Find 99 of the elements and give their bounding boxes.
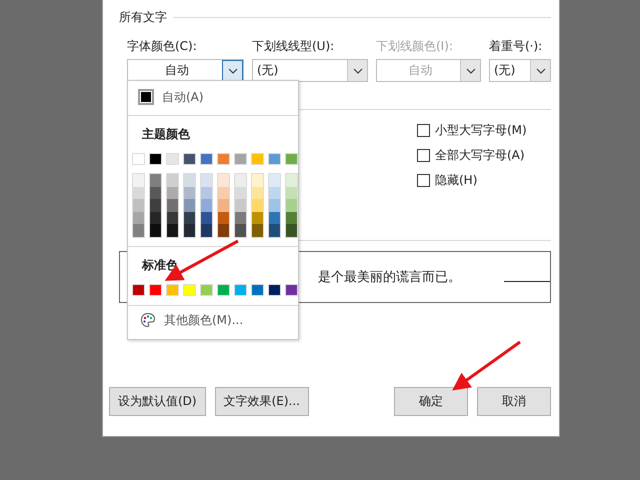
- color-swatch[interactable]: [251, 153, 264, 165]
- color-swatch[interactable]: [286, 186, 297, 200]
- color-swatch[interactable]: [269, 199, 280, 212]
- color-swatch[interactable]: [166, 284, 179, 296]
- field-label: 下划线颜色(I):: [376, 38, 454, 55]
- color-swatch[interactable]: [252, 186, 263, 200]
- color-swatch[interactable]: [269, 186, 280, 200]
- checkbox[interactable]: [417, 174, 430, 187]
- color-swatch[interactable]: [286, 199, 297, 212]
- color-swatch[interactable]: [184, 224, 195, 237]
- color-swatch[interactable]: [184, 186, 195, 200]
- color-swatch[interactable]: [201, 174, 212, 187]
- field-label: 着重号(·):: [489, 38, 544, 55]
- color-swatch[interactable]: [200, 284, 213, 296]
- menu-item[interactable]: 自动(A): [128, 81, 298, 109]
- color-swatch[interactable]: [252, 174, 263, 187]
- color-swatch[interactable]: [167, 224, 178, 237]
- checkbox-label: 小型大写字母(M): [435, 122, 527, 139]
- color-swatch[interactable]: [218, 174, 229, 187]
- color-swatch[interactable]: [132, 153, 145, 165]
- color-swatch[interactable]: [149, 153, 162, 165]
- color-swatch[interactable]: [167, 186, 178, 200]
- color-swatch[interactable]: [218, 224, 229, 237]
- color-swatch[interactable]: [234, 284, 247, 296]
- color-swatch[interactable]: [133, 186, 144, 200]
- color-swatch: [138, 89, 154, 105]
- color-swatch[interactable]: [269, 174, 280, 187]
- color-swatch[interactable]: [201, 224, 212, 237]
- dialog-button[interactable]: 取消: [477, 387, 551, 416]
- color-swatch[interactable]: [252, 199, 263, 212]
- checkbox-label: 全部大写字母(A): [435, 147, 525, 164]
- color-swatch[interactable]: [286, 224, 297, 237]
- color-swatch[interactable]: [132, 284, 145, 296]
- color-swatch[interactable]: [200, 153, 213, 165]
- color-swatch[interactable]: [183, 284, 196, 296]
- color-swatch[interactable]: [217, 153, 230, 165]
- color-swatch[interactable]: [201, 186, 212, 200]
- color-swatch[interactable]: [167, 212, 178, 224]
- color-swatch[interactable]: [268, 153, 281, 165]
- chevron-down-icon: [352, 68, 362, 74]
- color-swatch[interactable]: [184, 212, 195, 224]
- checkbox-label: 隐藏(H): [435, 172, 478, 189]
- color-swatch[interactable]: [150, 224, 161, 237]
- field-label: 字体颜色(C):: [127, 38, 198, 55]
- color-swatch[interactable]: [235, 212, 246, 224]
- color-swatch[interactable]: [167, 174, 178, 187]
- color-swatch[interactable]: [133, 212, 144, 224]
- color-swatch[interactable]: [150, 212, 161, 224]
- color-swatch[interactable]: [183, 153, 196, 165]
- color-swatch[interactable]: [150, 186, 161, 200]
- color-swatch[interactable]: [251, 284, 264, 296]
- color-swatch[interactable]: [167, 199, 178, 212]
- color-swatch[interactable]: [218, 199, 229, 212]
- color-swatch[interactable]: [286, 212, 297, 224]
- color-swatch[interactable]: [201, 199, 212, 212]
- color-swatch[interactable]: [133, 224, 144, 237]
- color-swatch[interactable]: [166, 153, 179, 165]
- chevron-down-icon: [228, 68, 238, 74]
- color-swatch[interactable]: [133, 199, 144, 212]
- color-swatch[interactable]: [234, 153, 247, 165]
- palette-icon: [140, 312, 156, 328]
- color-swatch[interactable]: [150, 174, 161, 187]
- color-swatch[interactable]: [252, 224, 263, 237]
- color-swatch[interactable]: [150, 199, 161, 212]
- color-swatch[interactable]: [252, 212, 263, 224]
- dialog-button[interactable]: 设为默认值(D): [109, 387, 206, 416]
- color-swatch[interactable]: [235, 174, 246, 187]
- color-swatch[interactable]: [268, 284, 281, 296]
- arrow-drawing: [452, 340, 521, 390]
- field-label: 下划线线型(U):: [252, 38, 336, 55]
- menu-item[interactable]: 其他颜色(M)...: [128, 306, 298, 329]
- dropdown-field[interactable]: (无): [252, 59, 368, 82]
- menu-heading: 主题颜色: [142, 126, 191, 143]
- section-heading: 所有文字: [119, 9, 167, 26]
- color-swatch[interactable]: [201, 212, 212, 224]
- color-swatch[interactable]: [218, 186, 229, 200]
- color-swatch[interactable]: [218, 212, 229, 224]
- dialog-button[interactable]: 确定: [394, 387, 468, 416]
- color-swatch[interactable]: [184, 199, 195, 212]
- dropdown-field[interactable]: (无): [489, 59, 551, 82]
- checkbox[interactable]: [417, 124, 430, 137]
- color-swatch[interactable]: [149, 284, 162, 296]
- color-swatch[interactable]: [285, 153, 298, 165]
- dialog-button[interactable]: 文字效果(E)...: [214, 387, 309, 416]
- preview-text: 是个最美丽的谎言而已。: [318, 269, 461, 286]
- dropdown-field[interactable]: 自动: [127, 59, 244, 82]
- color-swatch[interactable]: [269, 212, 280, 224]
- color-swatch[interactable]: [235, 224, 246, 237]
- checkbox[interactable]: [417, 149, 430, 162]
- color-swatch[interactable]: [133, 174, 144, 187]
- chevron-down-icon: [536, 68, 546, 74]
- color-swatch[interactable]: [235, 186, 246, 200]
- color-swatch[interactable]: [285, 284, 298, 296]
- chevron-down-icon: [466, 68, 476, 74]
- color-swatch[interactable]: [217, 284, 230, 296]
- color-swatch[interactable]: [269, 224, 280, 237]
- color-swatch[interactable]: [235, 199, 246, 212]
- color-swatch[interactable]: [286, 174, 297, 187]
- color-swatch[interactable]: [184, 174, 195, 187]
